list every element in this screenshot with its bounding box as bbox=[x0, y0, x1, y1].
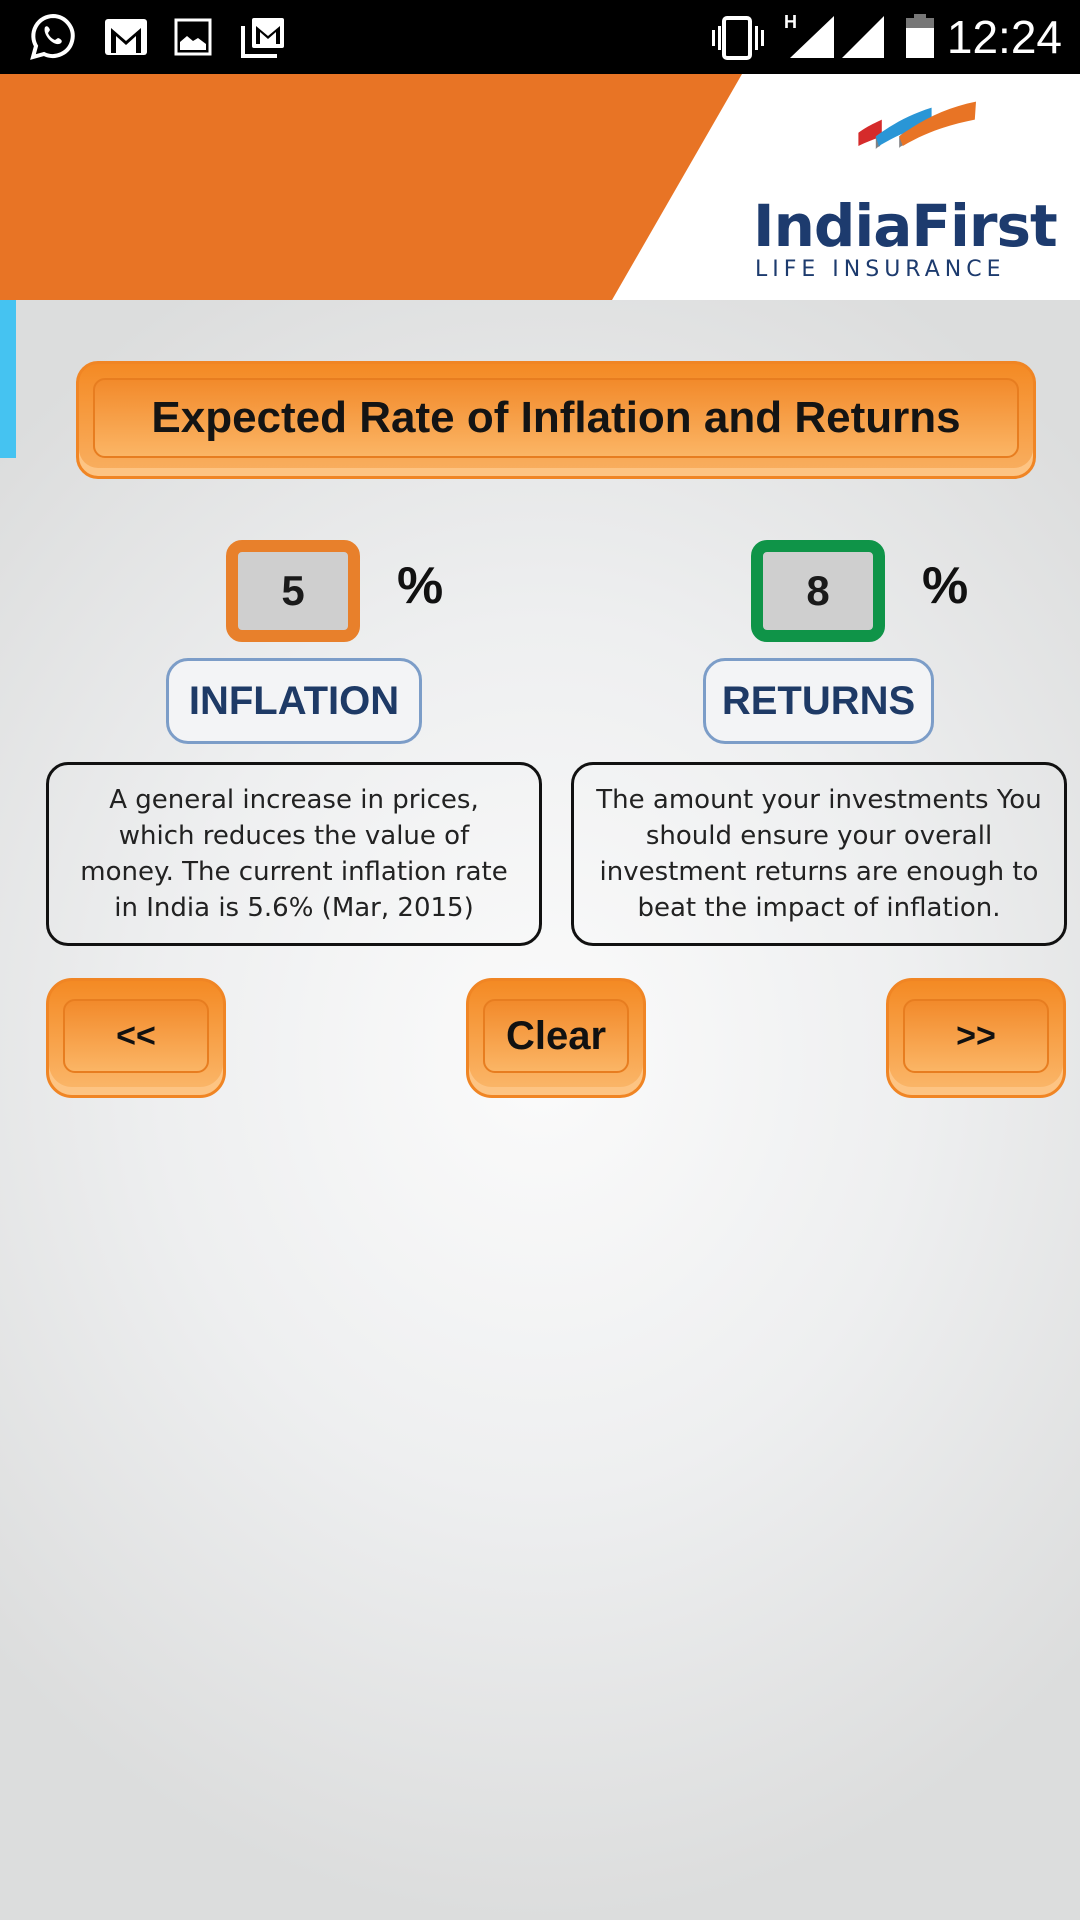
next-button[interactable]: >> bbox=[886, 978, 1066, 1098]
signal-icon bbox=[842, 16, 884, 58]
next-button-label: >> bbox=[903, 999, 1049, 1073]
returns-label: RETURNS bbox=[703, 658, 934, 744]
section-title: Expected Rate of Inflation and Returns bbox=[151, 393, 961, 442]
app-header: IndiaFirst LIFE INSURANCE bbox=[0, 74, 1080, 300]
gmail-icon bbox=[105, 19, 147, 55]
clear-button[interactable]: Clear bbox=[466, 978, 646, 1098]
vibrate-icon bbox=[712, 16, 764, 60]
inflation-label: INFLATION bbox=[166, 658, 422, 744]
battery-icon bbox=[906, 14, 934, 58]
inflation-percent-sign: % bbox=[397, 557, 444, 615]
returns-input[interactable]: 8 bbox=[751, 540, 885, 642]
indiafirst-logo-icon bbox=[858, 101, 976, 150]
clear-button-label: Clear bbox=[483, 999, 629, 1073]
returns-value: 8 bbox=[806, 567, 830, 614]
gmail-stack-icon bbox=[241, 18, 284, 58]
inflation-description: A general increase in prices, which redu… bbox=[46, 762, 542, 946]
previous-button-label: << bbox=[63, 999, 209, 1073]
gallery-icon bbox=[174, 18, 212, 56]
inflation-input[interactable]: 5 bbox=[226, 540, 360, 642]
signal-h-icon bbox=[790, 16, 834, 58]
previous-button[interactable]: << bbox=[46, 978, 226, 1098]
section-title-banner: Expected Rate of Inflation and Returns bbox=[76, 361, 1036, 479]
whatsapp-icon bbox=[30, 13, 75, 60]
clock: 12:24 bbox=[946, 11, 1062, 63]
returns-percent-sign: % bbox=[922, 557, 969, 615]
returns-description: The amount your investments You should e… bbox=[571, 762, 1067, 946]
side-drawer-handle[interactable] bbox=[0, 300, 16, 458]
inflation-value: 5 bbox=[281, 567, 305, 614]
brand-name: IndiaFirst bbox=[753, 192, 1058, 260]
brand-subtitle: LIFE INSURANCE bbox=[755, 257, 1006, 282]
status-bar: H 12:24 bbox=[0, 0, 1080, 74]
